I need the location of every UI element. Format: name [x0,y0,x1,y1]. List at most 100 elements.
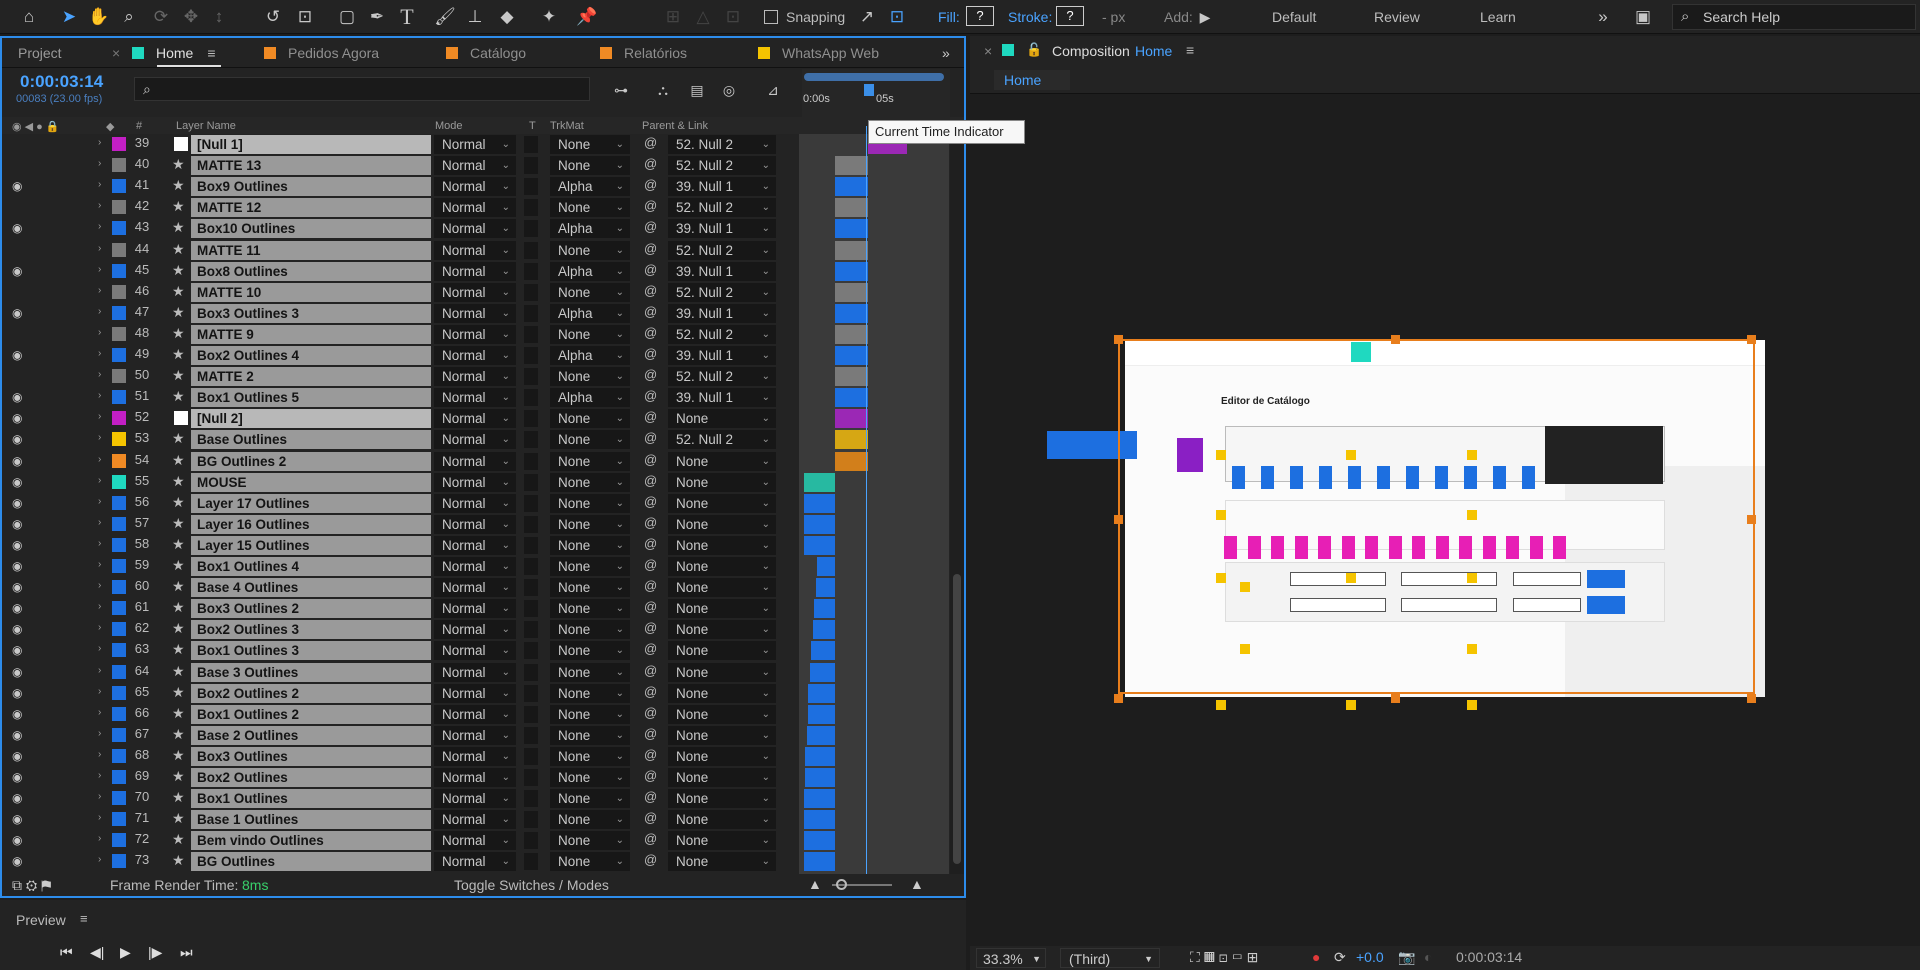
layer-duration-bar[interactable] [835,177,868,197]
current-time-indicator-line[interactable] [866,126,867,886]
preserve-transparency-toggle[interactable] [524,368,538,386]
shy-star-icon[interactable]: ★ [172,578,185,595]
show-snapshot-icon[interactable]: ◐ [1424,949,1432,965]
stroke-swatch[interactable]: ? [1056,6,1084,26]
trkmat-select[interactable]: None ⌄ [550,683,630,703]
label-color[interactable] [112,664,126,679]
expand-chevron-icon[interactable]: › [98,559,101,570]
pick-whip-icon[interactable]: @ [644,177,657,192]
layer-duration-bar[interactable] [803,852,835,872]
transform-handle[interactable] [1346,700,1356,710]
layer-duration-bar[interactable] [803,472,835,492]
expand-chevron-icon[interactable]: › [98,707,101,718]
shy-star-icon[interactable]: ★ [172,198,185,215]
shy-star-icon[interactable]: ★ [172,430,185,447]
parent-select[interactable]: None ⌄ [668,852,776,872]
viewer-timecode[interactable]: 0:00:03:14 [1456,949,1522,965]
parent-select[interactable]: None ⌄ [668,746,776,766]
tab-pedidos-agora[interactable]: Pedidos Agora [264,45,379,61]
zoom-in-icon[interactable]: ▲ [910,876,924,892]
layer-name[interactable]: MATTE 2 [191,367,431,387]
trkmat-select[interactable]: None ⌄ [550,768,630,787]
expand-chevron-icon[interactable]: › [98,833,101,844]
label-color[interactable] [112,791,126,806]
pick-whip-icon[interactable]: @ [644,831,657,846]
mode-select[interactable]: Normal ⌄ [434,135,516,154]
trkmat-select[interactable]: Alpha ⌄ [550,177,630,197]
mode-select[interactable]: Normal ⌄ [434,156,516,176]
layer-name[interactable]: MATTE 13 [191,156,431,176]
pick-whip-icon[interactable]: @ [644,620,657,635]
rotate-tool-icon[interactable]: ↺ [260,6,286,28]
trkmat-select[interactable]: None ⌄ [550,156,630,176]
layer-duration-bar[interactable] [835,198,868,218]
label-color[interactable] [112,348,126,362]
expand-chevron-icon[interactable]: › [98,538,101,549]
layer-name[interactable]: Box1 Outlines 4 [191,557,431,576]
visibility-eye-icon[interactable]: ◉ [12,601,22,615]
label-color[interactable] [112,685,126,700]
layer-name[interactable]: Base 3 Outlines [191,662,431,682]
zoom-select[interactable]: 33.3% ▼ [976,948,1046,968]
expand-chevron-icon[interactable]: › [98,749,101,760]
mode-select[interactable]: Normal ⌄ [434,324,516,344]
trkmat-select[interactable]: None ⌄ [550,409,630,429]
pick-whip-icon[interactable]: @ [644,388,657,403]
bounding-box-handle[interactable] [1114,335,1123,344]
preserve-transparency-toggle[interactable] [524,220,538,238]
trkmat-select[interactable]: Alpha ⌄ [550,388,630,408]
expand-chevron-icon[interactable]: › [98,580,101,591]
transform-handle[interactable] [1240,644,1250,654]
shy-star-icon[interactable]: ★ [172,641,185,658]
preserve-transparency-toggle[interactable] [524,515,538,533]
shy-star-icon[interactable]: ★ [172,156,185,173]
layer-name[interactable]: Box1 Outlines [191,789,431,809]
label-color[interactable] [112,390,126,405]
frame-blending-icon[interactable]: ◎ [718,79,740,101]
trkmat-select[interactable]: Alpha ⌄ [550,346,630,365]
pick-whip-icon[interactable]: @ [644,747,657,762]
parent-select[interactable]: None ⌄ [668,662,776,682]
parent-select[interactable]: 52. Null 2 ⌄ [668,324,776,344]
preserve-transparency-toggle[interactable] [524,199,538,217]
layer-name[interactable]: Box1 Outlines 2 [191,704,431,724]
transform-handle[interactable] [1216,700,1226,710]
pick-whip-icon[interactable]: @ [644,262,657,277]
selection-tool-icon[interactable]: ➤ [56,6,82,28]
pick-whip-icon[interactable]: @ [644,135,657,150]
expand-chevron-icon[interactable]: › [98,791,101,802]
preserve-transparency-toggle[interactable] [524,747,538,765]
parent-select[interactable]: 39. Null 1 ⌄ [668,261,776,281]
viewer-option-icons[interactable]: ⛶ ▦ ⊡ ▭ ⊞ [1190,949,1258,966]
rectangle-tool-icon[interactable]: ▢ [334,6,360,28]
parent-select[interactable]: 52. Null 2 ⌄ [668,367,776,387]
layer-duration-bar[interactable] [835,430,868,450]
more-workspaces-icon[interactable]: » [1592,6,1614,28]
trkmat-select[interactable]: None ⌄ [550,282,630,302]
parent-select[interactable]: None ⌄ [668,557,776,576]
layer-duration-bar[interactable] [835,303,868,323]
visibility-eye-icon[interactable]: ◉ [12,432,22,446]
shy-star-icon[interactable]: ★ [172,325,185,342]
shy-star-icon[interactable]: ★ [172,473,185,490]
visibility-eye-icon[interactable]: ◉ [12,728,22,742]
expand-chevron-icon[interactable]: › [98,243,101,254]
expand-chevron-icon[interactable]: › [98,137,101,148]
shy-star-icon[interactable]: ★ [172,388,185,405]
layer-duration-bar[interactable] [808,704,835,724]
layer-name[interactable]: [Null 1] [191,135,431,154]
label-color[interactable] [112,537,126,552]
layer-name[interactable]: Box2 Outlines [191,768,431,787]
transform-handle[interactable] [1467,450,1477,460]
trkmat-select[interactable]: None ⌄ [550,472,630,492]
pick-whip-icon[interactable]: @ [644,219,657,234]
snapping-checkbox[interactable] [764,10,778,24]
search-help-input[interactable]: ⌕ Search Help [1672,4,1916,30]
trkmat-select[interactable]: None ⌄ [550,578,630,598]
pick-whip-icon[interactable]: @ [644,599,657,614]
current-time-display[interactable]: 0:00:03:14 [20,72,103,92]
toggle-switches-modes[interactable]: Toggle Switches / Modes [454,877,609,893]
draft-3d-icon[interactable]: ⛬ [652,79,674,101]
preserve-transparency-toggle[interactable] [524,579,538,597]
pick-whip-icon[interactable]: @ [644,810,657,825]
